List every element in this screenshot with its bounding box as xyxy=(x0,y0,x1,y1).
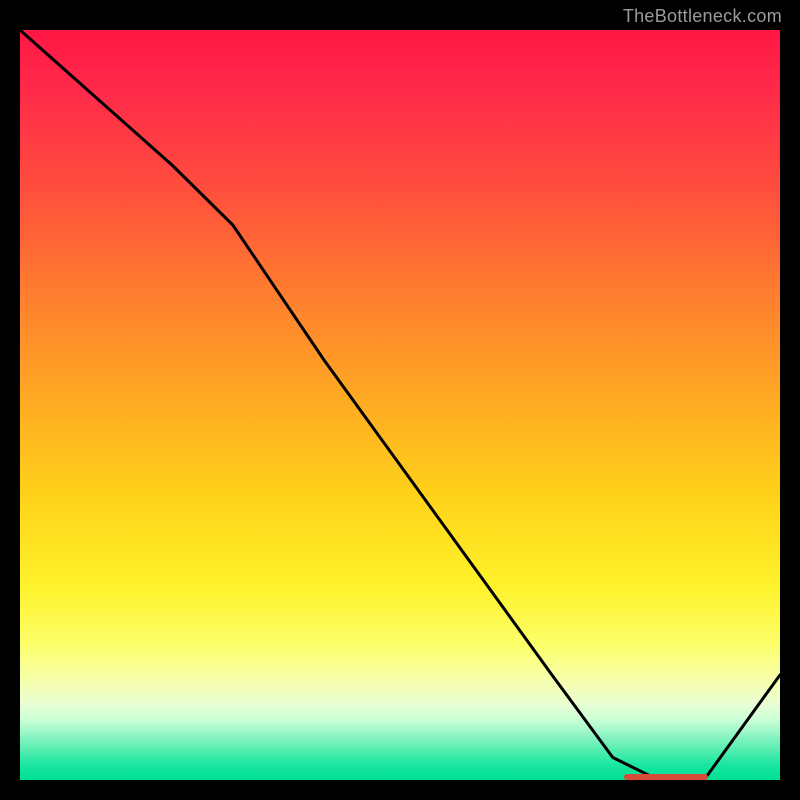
plot-area xyxy=(20,30,780,780)
bottleneck-curve xyxy=(20,30,780,780)
optimal-range-marker xyxy=(624,774,708,780)
curve-layer xyxy=(20,30,780,780)
chart-frame: TheBottleneck.com xyxy=(0,0,800,800)
attribution-label: TheBottleneck.com xyxy=(623,6,782,27)
